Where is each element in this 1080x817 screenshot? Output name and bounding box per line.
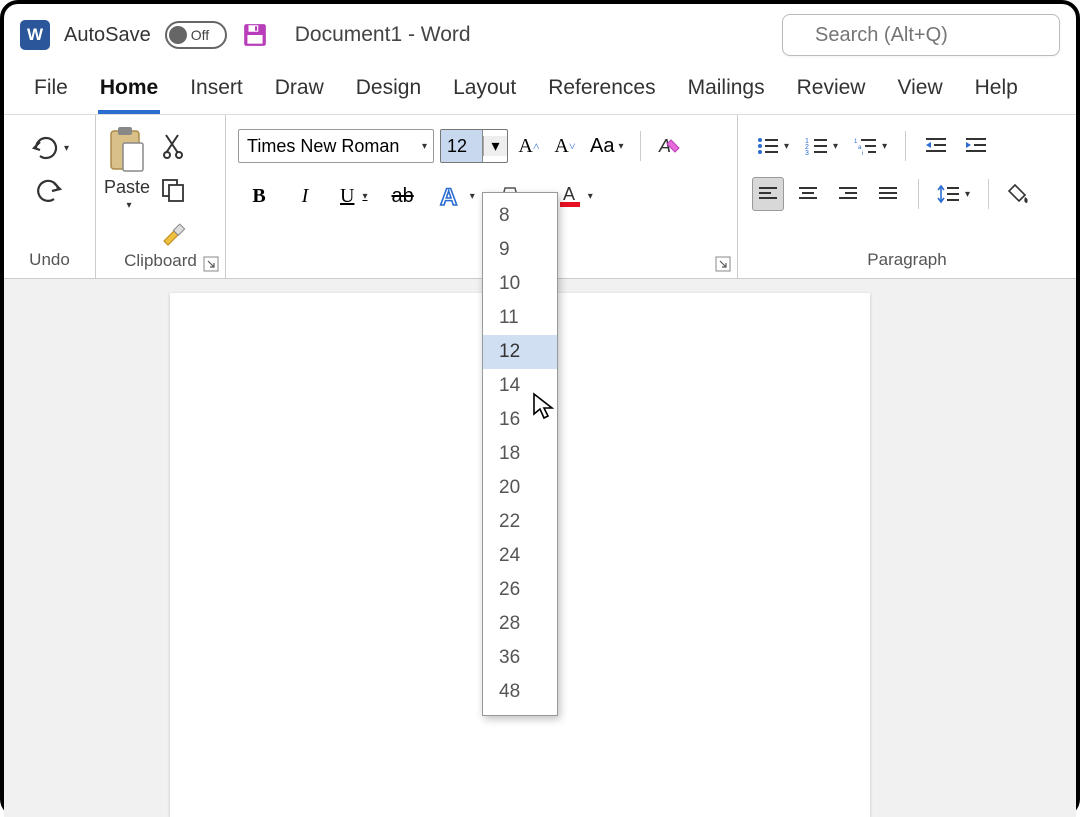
increase-font-size-button[interactable]: A˄	[514, 129, 544, 163]
chevron-down-icon: ▾	[422, 141, 427, 152]
autosave-label: AutoSave	[64, 24, 151, 47]
chevron-down-icon: ▾	[127, 200, 132, 211]
tab-references[interactable]: References	[546, 70, 657, 114]
tab-help[interactable]: Help	[973, 70, 1020, 114]
justify-button[interactable]	[872, 177, 904, 211]
toggle-knob-icon	[169, 26, 187, 44]
save-button[interactable]	[241, 21, 269, 49]
dialog-launcher-icon[interactable]	[715, 256, 731, 272]
font-size-option[interactable]: 26	[483, 573, 557, 607]
font-size-dropdown[interactable]: 8910111214161820222426283648	[482, 192, 558, 716]
font-size-option[interactable]: 12	[483, 335, 557, 369]
font-size-option[interactable]: 20	[483, 471, 557, 505]
font-size-value[interactable]: 12	[441, 130, 483, 162]
paste-button[interactable]: Paste ▾	[104, 125, 150, 251]
font-size-option[interactable]: 14	[483, 369, 557, 403]
word-app-icon: W	[20, 20, 50, 50]
chevron-down-icon: ▾	[483, 136, 507, 156]
group-undo: ▾ Undo	[4, 115, 96, 278]
clear-formatting-button[interactable]: A	[653, 129, 687, 163]
font-size-combobox[interactable]: 12 ▾	[440, 129, 508, 163]
group-label-clipboard: Clipboard	[104, 251, 217, 275]
font-size-option[interactable]: 8	[483, 199, 557, 233]
bold-button[interactable]: B	[244, 179, 274, 213]
cut-button[interactable]	[158, 129, 188, 163]
font-size-option[interactable]: 36	[483, 641, 557, 675]
multilevel-list-button[interactable]: 1ai▾	[850, 129, 891, 163]
align-center-button[interactable]	[792, 177, 824, 211]
group-paragraph: ▾ 123▾ 1ai▾ ▾ Paragraph	[738, 115, 1076, 278]
svg-text:A: A	[563, 184, 575, 204]
strikethrough-button[interactable]: ab	[387, 179, 417, 213]
decrease-font-size-button[interactable]: A˅	[550, 129, 580, 163]
font-size-option[interactable]: 9	[483, 233, 557, 267]
dialog-launcher-icon[interactable]	[203, 256, 219, 272]
numbering-button[interactable]: 123▾	[801, 129, 842, 163]
tab-file[interactable]: File	[32, 70, 70, 114]
format-painter-button[interactable]	[156, 217, 190, 251]
svg-text:i: i	[862, 151, 863, 156]
document-title: Document1 - Word	[295, 23, 471, 47]
font-size-option[interactable]: 11	[483, 301, 557, 335]
undo-button[interactable]: ▾	[26, 131, 73, 165]
svg-text:A: A	[440, 184, 457, 209]
autosave-toggle[interactable]: Off	[165, 21, 227, 49]
font-size-option[interactable]: 24	[483, 539, 557, 573]
paste-label: Paste	[104, 177, 150, 198]
chevron-down-icon: ▾	[64, 143, 69, 154]
underline-button[interactable]: U▾	[336, 179, 371, 213]
font-size-option[interactable]: 22	[483, 505, 557, 539]
redo-button[interactable]	[32, 175, 68, 209]
tab-view[interactable]: View	[895, 70, 944, 114]
group-label-paragraph: Paragraph	[746, 250, 1068, 274]
font-name-value: Times New Roman	[247, 136, 399, 157]
font-size-option[interactable]: 16	[483, 403, 557, 437]
shading-button[interactable]	[1003, 177, 1037, 211]
group-label-undo: Undo	[12, 250, 87, 274]
align-left-button[interactable]	[752, 177, 784, 211]
ribbon-tabs: File Home Insert Draw Design Layout References…	[4, 62, 1076, 114]
increase-indent-button[interactable]	[960, 129, 992, 163]
tab-design[interactable]: Design	[354, 70, 423, 114]
font-size-option[interactable]: 28	[483, 607, 557, 641]
tab-review[interactable]: Review	[795, 70, 868, 114]
change-case-button[interactable]: Aa▾	[586, 129, 628, 163]
font-name-combobox[interactable]: Times New Roman ▾	[238, 129, 434, 163]
font-color-button[interactable]: A▾	[554, 179, 597, 213]
title-bar: W AutoSave Off Document1 - Word	[4, 4, 1076, 62]
font-size-option[interactable]: 48	[483, 675, 557, 709]
decrease-indent-button[interactable]	[920, 129, 952, 163]
group-clipboard: Paste ▾ Clipboard	[96, 115, 226, 278]
bullets-button[interactable]: ▾	[752, 129, 793, 163]
align-right-button[interactable]	[832, 177, 864, 211]
search-box[interactable]	[782, 14, 1060, 56]
italic-button[interactable]: I	[290, 179, 320, 213]
font-size-option[interactable]: 18	[483, 437, 557, 471]
copy-button[interactable]	[157, 173, 189, 207]
search-input[interactable]	[813, 23, 1080, 48]
autosave-state: Off	[191, 27, 209, 43]
font-size-option[interactable]: 10	[483, 267, 557, 301]
tab-layout[interactable]: Layout	[451, 70, 518, 114]
tab-draw[interactable]: Draw	[273, 70, 326, 114]
tab-insert[interactable]: Insert	[188, 70, 245, 114]
tab-home[interactable]: Home	[98, 70, 160, 114]
line-spacing-button[interactable]: ▾	[933, 177, 974, 211]
svg-text:3: 3	[805, 150, 809, 156]
text-effects-button[interactable]: A▾	[434, 179, 479, 213]
tab-mailings[interactable]: Mailings	[686, 70, 767, 114]
